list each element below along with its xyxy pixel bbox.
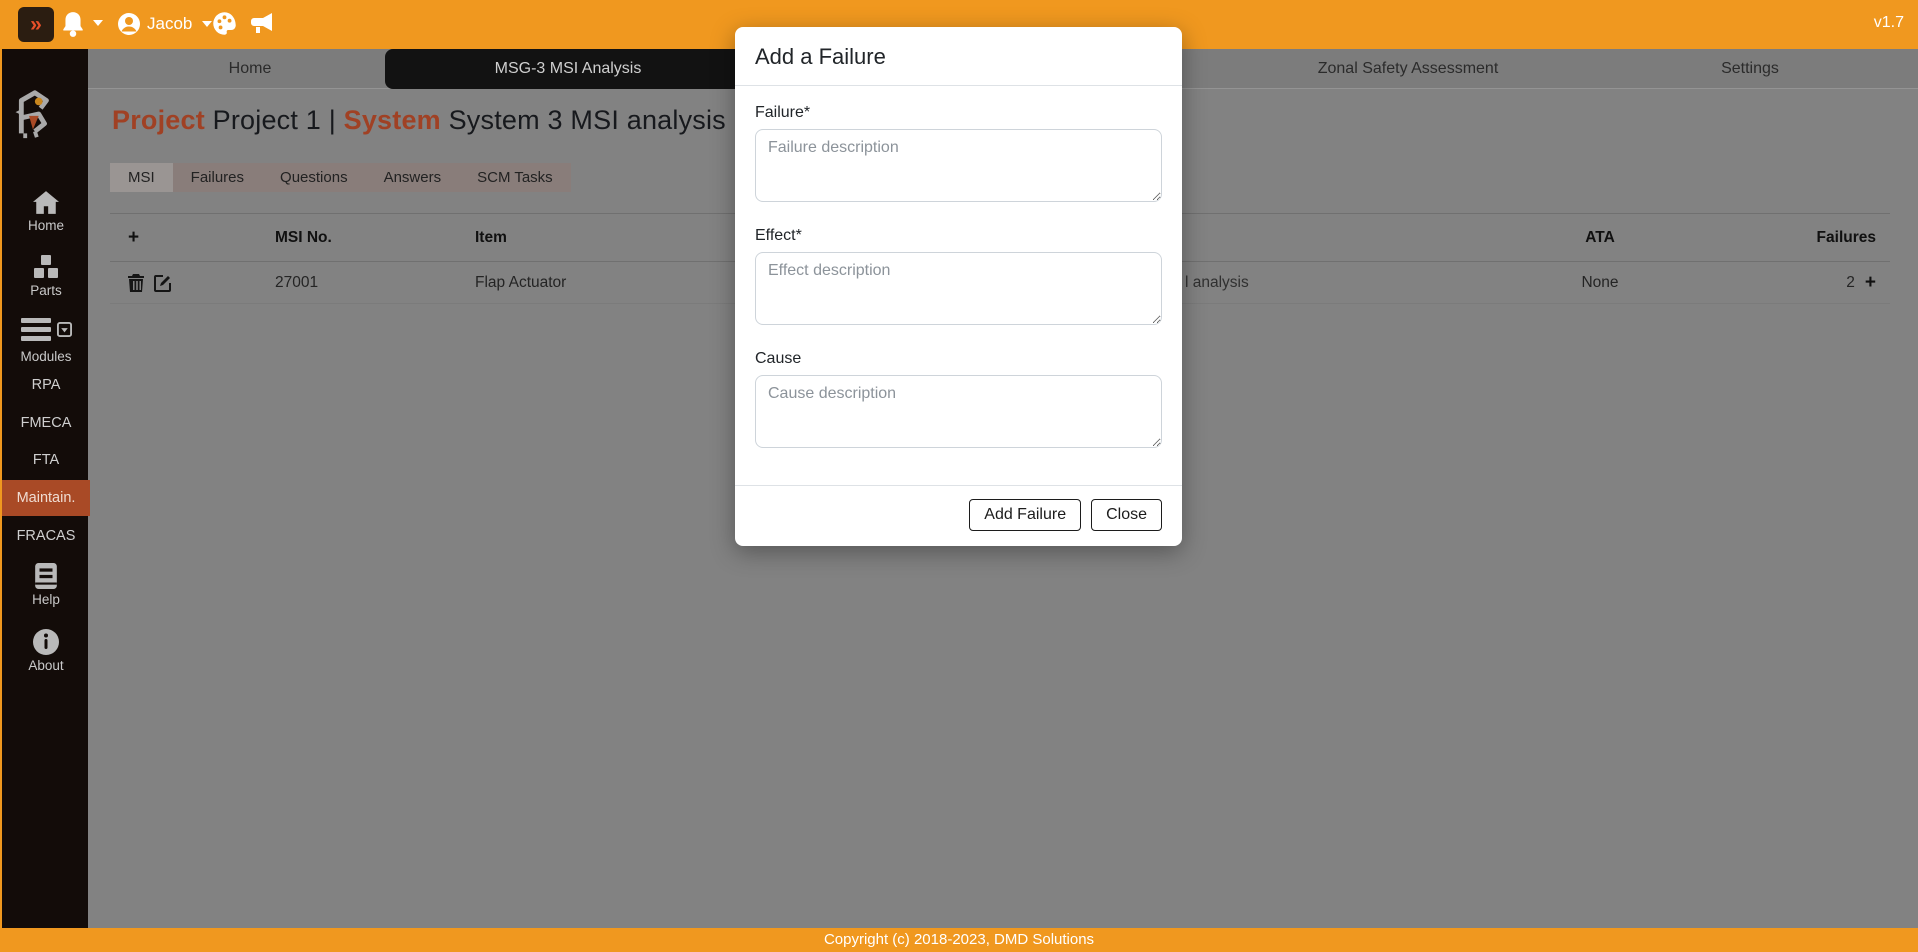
modal-footer: Add Failure Close (735, 485, 1182, 546)
home-icon (33, 191, 59, 215)
column-header-failures: Failures (1765, 229, 1890, 247)
project-label: Project (112, 105, 205, 135)
tab-settings[interactable]: Settings (1680, 49, 1820, 89)
sidebar-item-fmeca[interactable]: FMECA (2, 415, 90, 431)
column-header-msi-no: MSI No. (275, 229, 475, 247)
sidebar-item-label: Help (2, 592, 90, 607)
tab-home[interactable]: Home (170, 49, 330, 89)
sidebar: Home Parts Modules RPA FMECA FTA Maintai… (0, 49, 88, 928)
page-title: Project Project 1 | System System 3 MSI … (112, 105, 726, 136)
system-value: System 3 MSI analysis (449, 105, 726, 135)
system-label: System (344, 105, 441, 135)
sidebar-item-label: Modules (2, 349, 90, 364)
subtab-questions[interactable]: Questions (262, 163, 366, 192)
sub-tab-bar: MSI Failures Questions Answers SCM Tasks (110, 163, 571, 192)
sidebar-item-rpa[interactable]: RPA (2, 377, 90, 393)
modal-header: Add a Failure (735, 27, 1182, 86)
cause-description-input[interactable] (755, 375, 1162, 448)
subtab-failures[interactable]: Failures (173, 163, 262, 192)
subtab-scm-tasks[interactable]: SCM Tasks (459, 163, 571, 192)
sidebar-toggle-button[interactable]: » (18, 7, 54, 42)
info-circle-icon (33, 629, 59, 655)
add-failure-row-icon[interactable]: + (1865, 273, 1876, 292)
title-separator: | (329, 105, 336, 135)
sidebar-item-modules[interactable]: Modules (2, 317, 90, 364)
close-button[interactable]: Close (1091, 499, 1162, 531)
cell-failures-count: 2 (1846, 274, 1855, 292)
copyright-text: Copyright (c) 2018-2023, DMD Solutions (824, 931, 1094, 948)
announcements-megaphone-icon[interactable] (248, 11, 276, 37)
pencil-edit-icon (154, 274, 172, 292)
sidebar-item-fracas[interactable]: FRACAS (2, 528, 90, 544)
user-menu[interactable]: Jacob (117, 12, 212, 36)
help-book-icon (34, 563, 58, 589)
theme-palette-icon[interactable] (211, 10, 238, 37)
cause-field-label: Cause (755, 350, 1162, 368)
parts-cubes-icon (32, 254, 60, 280)
robin-bird-logo-icon (2, 85, 60, 143)
user-name-label: Jacob (147, 14, 192, 34)
tab-zonal-safety-assessment[interactable]: Zonal Safety Assessment (1280, 49, 1536, 89)
subtab-answers[interactable]: Answers (366, 163, 460, 192)
tab-msg3-msi-analysis[interactable]: MSG-3 MSI Analysis (385, 49, 751, 89)
sidebar-item-fta[interactable]: FTA (2, 452, 90, 468)
footer: Copyright (c) 2018-2023, DMD Solutions (0, 928, 1918, 952)
sidebar-item-label: About (2, 658, 90, 673)
project-value: Project 1 (213, 105, 321, 135)
delete-row-button[interactable] (128, 274, 144, 292)
app-logo[interactable] (2, 85, 90, 143)
sidebar-item-label: Parts (2, 283, 90, 298)
add-failure-button[interactable]: Add Failure (969, 499, 1081, 531)
trash-icon (128, 274, 144, 292)
modules-list-icon (21, 317, 51, 341)
subtab-msi[interactable]: MSI (110, 163, 173, 192)
user-avatar-icon (117, 12, 141, 36)
modal-title: Add a Failure (755, 44, 1162, 70)
failure-description-input[interactable] (755, 129, 1162, 202)
column-header-ata: ATA (1435, 229, 1765, 247)
sidebar-item-label: Home (2, 218, 90, 233)
sidebar-item-about[interactable]: About (2, 629, 90, 673)
notifications-caret-icon[interactable] (93, 20, 103, 26)
modal-body: Failure* Effect* Cause (735, 86, 1182, 485)
edit-row-button[interactable] (154, 274, 172, 292)
caret-square-down-icon[interactable] (57, 322, 72, 337)
sidebar-item-home[interactable]: Home (2, 191, 90, 233)
sidebar-item-help[interactable]: Help (2, 563, 90, 607)
app-version-label: v1.7 (1874, 14, 1904, 32)
sidebar-item-maintain[interactable]: Maintain. (2, 480, 90, 516)
notifications-bell-icon[interactable] (60, 10, 86, 38)
add-msi-icon[interactable]: + (128, 228, 139, 247)
effect-description-input[interactable] (755, 252, 1162, 325)
sidebar-item-parts[interactable]: Parts (2, 254, 90, 298)
failure-field-label: Failure* (755, 104, 1162, 122)
cell-msi-no: 27001 (275, 274, 475, 292)
cell-ata: None (1435, 274, 1765, 292)
add-failure-modal: Add a Failure Failure* Effect* Cause Add… (735, 27, 1182, 546)
effect-field-label: Effect* (755, 227, 1162, 245)
